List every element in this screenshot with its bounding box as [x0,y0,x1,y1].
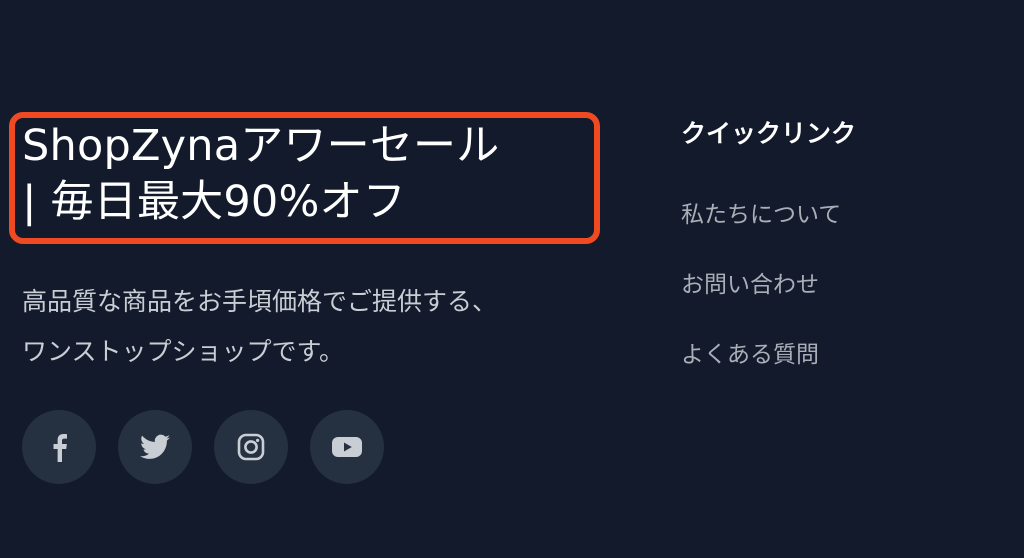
twitter-icon [140,434,170,459]
sale-headline-line2: | 毎日最大90%オフ [22,177,406,227]
quick-links-column: クイックリンク 私たちについて お問い合わせ よくある質問 [681,116,1001,368]
brand-description: 高品質な商品をお手頃価格でご提供する、 ワンストップショップです。 [22,277,602,377]
sale-headline-line1: ShopZynaアワーセール [22,121,500,171]
quick-links-title: クイックリンク [681,119,857,148]
youtube-icon [332,437,362,457]
brand-description-line1: 高品質な商品をお手頃価格でご提供する、 [22,287,498,316]
social-links [22,410,384,484]
twitter-button[interactable] [118,410,192,484]
instagram-icon [237,433,265,461]
quick-link-contact[interactable]: お問い合わせ [681,266,841,304]
quick-link-faq[interactable]: よくある質問 [681,336,841,374]
quick-links-list: 私たちについて お問い合わせ よくある質問 [681,196,841,406]
facebook-icon [53,434,67,462]
facebook-button[interactable] [22,410,96,484]
quick-link-about[interactable]: 私たちについて [681,196,841,234]
sale-headline: ShopZynaアワーセール | 毎日最大90%オフ [22,118,602,230]
youtube-button[interactable] [310,410,384,484]
site-footer: ShopZynaアワーセール | 毎日最大90%オフ 高品質な商品をお手頃価格で… [0,0,1024,558]
brand-description-line2: ワンストップショップです。 [22,337,345,366]
instagram-button[interactable] [214,410,288,484]
